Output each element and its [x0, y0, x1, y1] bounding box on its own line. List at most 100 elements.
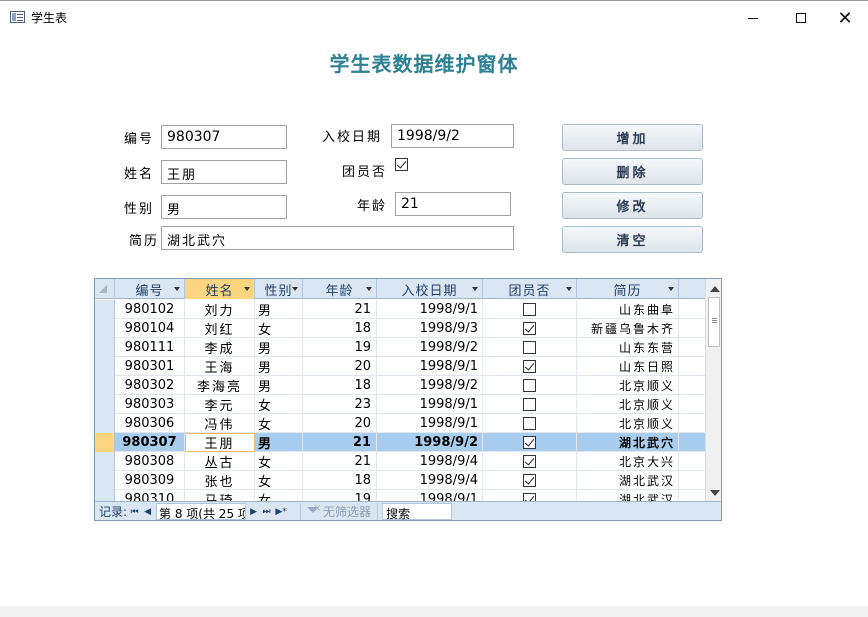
cell-gender[interactable]: 男: [255, 376, 303, 395]
member-row-checkbox[interactable]: [523, 303, 536, 316]
column-header-member[interactable]: 团员否: [483, 279, 577, 299]
cell-name[interactable]: 冯伟: [185, 414, 255, 433]
cell-member[interactable]: [483, 319, 577, 338]
dropdown-arrow-icon[interactable]: [292, 287, 298, 291]
resume-field[interactable]: 湖北武穴: [161, 226, 514, 250]
search-input[interactable]: 搜索: [382, 503, 453, 520]
last-record-button[interactable]: ⏭: [261, 505, 272, 519]
cell-name[interactable]: 王海: [185, 357, 255, 376]
cell-date[interactable]: 1998/9/1: [377, 414, 483, 433]
cell-name[interactable]: 李成: [185, 338, 255, 357]
cell-id[interactable]: 980309: [115, 471, 185, 490]
cell-id[interactable]: 980302: [115, 376, 185, 395]
cell-gender[interactable]: 女: [255, 319, 303, 338]
cell-age[interactable]: 20: [303, 414, 377, 433]
close-button[interactable]: ✕: [822, 1, 868, 35]
cell-gender[interactable]: 女: [255, 395, 303, 414]
column-header-resume[interactable]: 简历: [577, 279, 679, 299]
cell-member[interactable]: [483, 433, 577, 452]
row-selector[interactable]: [95, 433, 115, 452]
cell-resume[interactable]: 山东日照: [577, 357, 679, 376]
cell-age[interactable]: 21: [303, 300, 377, 319]
member-checkbox[interactable]: [395, 158, 408, 171]
cell-resume[interactable]: 山东东营: [577, 338, 679, 357]
cell-date[interactable]: 1998/9/1: [377, 300, 483, 319]
column-header-name[interactable]: 姓名: [185, 279, 255, 299]
cell-member[interactable]: [483, 452, 577, 471]
cell-age[interactable]: 20: [303, 357, 377, 376]
cell-date[interactable]: 1998/9/4: [377, 471, 483, 490]
table-row[interactable]: 980303 李元女 23 1998/9/1 北京顺义: [95, 395, 705, 414]
cell-name[interactable]: 李海亮: [185, 376, 255, 395]
current-record-field[interactable]: 第 8 项(共 25 项: [156, 503, 247, 520]
cell-id[interactable]: 980301: [115, 357, 185, 376]
cell-id[interactable]: 980303: [115, 395, 185, 414]
row-selector[interactable]: [95, 376, 115, 395]
next-record-button[interactable]: ▶: [248, 505, 259, 519]
cell-resume[interactable]: 湖北武汉: [577, 471, 679, 490]
cell-member[interactable]: [483, 395, 577, 414]
member-row-checkbox[interactable]: [523, 379, 536, 392]
cell-resume[interactable]: 北京大兴: [577, 452, 679, 471]
cell-gender[interactable]: 女: [255, 452, 303, 471]
cell-resume[interactable]: 山东曲阜: [577, 300, 679, 319]
name-field[interactable]: 王朋: [161, 160, 287, 184]
cell-age[interactable]: 19: [303, 338, 377, 357]
cell-date[interactable]: 1998/9/4: [377, 452, 483, 471]
dropdown-arrow-icon[interactable]: [174, 287, 180, 291]
dropdown-arrow-icon[interactable]: [244, 287, 250, 291]
cell-member[interactable]: [483, 471, 577, 490]
cell-member[interactable]: [483, 357, 577, 376]
cell-id[interactable]: 980306: [115, 414, 185, 433]
table-row[interactable]: 980307 王朋男 21 1998/9/2 湖北武穴: [95, 433, 705, 452]
cell-name[interactable]: 李元: [185, 395, 255, 414]
table-row[interactable]: 980104 刘红女 18 1998/9/3 新疆乌鲁木齐: [95, 319, 705, 338]
cell-name[interactable]: 刘红: [185, 319, 255, 338]
cell-name[interactable]: 丛古: [185, 452, 255, 471]
cell-age[interactable]: 18: [303, 471, 377, 490]
cell-gender[interactable]: 男: [255, 433, 303, 452]
cell-gender[interactable]: 女: [255, 414, 303, 433]
add-button[interactable]: 增加: [562, 124, 703, 151]
cell-member[interactable]: [483, 300, 577, 319]
first-record-button[interactable]: ⏮: [129, 505, 140, 519]
table-row[interactable]: 980302 李海亮男 18 1998/9/2 北京顺义: [95, 376, 705, 395]
cell-resume[interactable]: 湖北武穴: [577, 433, 679, 452]
cell-id[interactable]: 980104: [115, 319, 185, 338]
row-selector[interactable]: [95, 395, 115, 414]
member-row-checkbox[interactable]: [523, 474, 536, 487]
cell-resume[interactable]: 北京顺义: [577, 395, 679, 414]
row-selector[interactable]: [95, 471, 115, 490]
member-row-checkbox[interactable]: [523, 436, 536, 449]
cell-member[interactable]: [483, 414, 577, 433]
cell-gender[interactable]: 男: [255, 300, 303, 319]
previous-record-button[interactable]: ◀: [142, 505, 153, 519]
cell-name[interactable]: 刘力: [185, 300, 255, 319]
gender-field[interactable]: 男: [161, 195, 287, 219]
cell-member[interactable]: [483, 376, 577, 395]
cell-date[interactable]: 1998/9/3: [377, 319, 483, 338]
dropdown-arrow-icon[interactable]: [472, 287, 478, 291]
table-row[interactable]: 980309 张也女 18 1998/9/4 湖北武汉: [95, 471, 705, 490]
member-row-checkbox[interactable]: [523, 360, 536, 373]
maximize-button[interactable]: [778, 1, 824, 35]
row-selector[interactable]: [95, 452, 115, 471]
cell-id[interactable]: 980307: [115, 433, 185, 452]
id-field[interactable]: 980307: [161, 125, 287, 149]
cell-name[interactable]: 张也: [185, 471, 255, 490]
cell-date[interactable]: 1998/9/1: [377, 395, 483, 414]
cell-gender[interactable]: 男: [255, 338, 303, 357]
cell-id[interactable]: 980102: [115, 300, 185, 319]
member-row-checkbox[interactable]: [523, 322, 536, 335]
vertical-scrollbar[interactable]: [705, 279, 721, 501]
member-row-checkbox[interactable]: [523, 341, 536, 354]
member-row-checkbox[interactable]: [523, 398, 536, 411]
table-row[interactable]: 980102 刘力男 21 1998/9/1 山东曲阜: [95, 300, 705, 319]
row-selector[interactable]: [95, 338, 115, 357]
column-header-id[interactable]: 编号: [115, 279, 185, 299]
dropdown-arrow-icon[interactable]: [566, 287, 572, 291]
cell-resume[interactable]: 北京顺义: [577, 376, 679, 395]
column-header-date[interactable]: 入校日期: [377, 279, 483, 299]
filter-toggle[interactable]: 无筛选器: [300, 502, 379, 520]
row-selector[interactable]: [95, 414, 115, 433]
